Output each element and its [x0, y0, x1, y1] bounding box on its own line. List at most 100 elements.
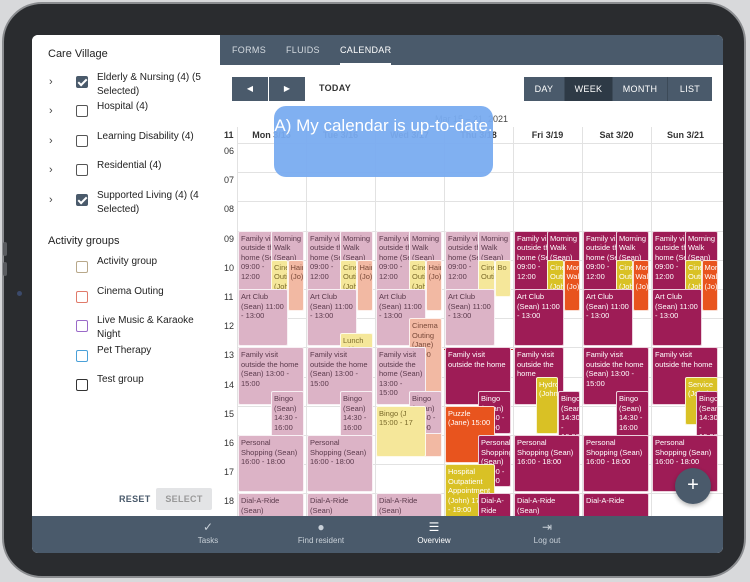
group-checkbox[interactable] — [76, 379, 88, 391]
nav-log-out[interactable]: ⇥ Log out — [497, 516, 597, 553]
unit-checkbox[interactable] — [76, 135, 88, 147]
calendar-event[interactable]: Bingo (Sean) 14:30 - 16:00 — [616, 391, 649, 440]
unit-label: Hospital (4) — [97, 101, 149, 112]
group-checkbox[interactable] — [76, 320, 88, 332]
nav-label: Tasks — [197, 536, 219, 545]
group-checkbox[interactable] — [76, 291, 88, 303]
calendar-event[interactable]: Personal Shopping (Sean) 16:00 - 18:00 — [307, 435, 373, 493]
tab-forms[interactable]: FORMS — [232, 35, 266, 65]
calendar-event[interactable]: Hydrotherapy (John) — [536, 376, 558, 434]
calendar-event[interactable]: Dial-A-Ride (Sean) — [376, 493, 442, 516]
chevron-right-icon[interactable]: › — [49, 134, 53, 148]
logout-icon: ⇥ — [541, 520, 553, 534]
calendar-event[interactable]: Morning Walk (Jo) — [563, 259, 580, 312]
calendar-event[interactable]: Hairdresser (Jo) — [287, 259, 304, 312]
unit-checkbox[interactable] — [76, 76, 88, 88]
calendar-event[interactable]: Art Club (Sean) 11:00 - 13:00 — [652, 289, 702, 347]
top-tab-bar: FORMS FLUIDS CALENDAR — [220, 35, 723, 65]
group-checkbox[interactable] — [76, 350, 88, 362]
calendar-event[interactable]: Dial-A-Ride (Sean) — [478, 493, 511, 516]
tab-calendar[interactable]: CALENDAR — [340, 35, 392, 65]
hour-label: 11 — [224, 292, 234, 302]
chevron-right-icon: ▶ — [283, 84, 291, 93]
hour-label: 12 — [224, 321, 235, 332]
chevron-right-icon[interactable]: › — [49, 163, 53, 177]
unit-label: Residential (4) — [97, 160, 162, 171]
calendar-event[interactable]: Morning Walk (Jo) — [632, 259, 649, 312]
unit-checkbox[interactable] — [76, 105, 88, 117]
hour-line — [237, 201, 723, 203]
calendar-event[interactable]: Bingo (Sean) 14:30 - 16:00 — [340, 391, 373, 440]
nav-find-resident[interactable]: ● Find resident — [271, 516, 371, 553]
nav-overview[interactable]: ☰ Overview — [384, 516, 484, 553]
chevron-right-icon[interactable]: › — [49, 193, 53, 207]
chevron-right-icon[interactable]: › — [49, 75, 53, 89]
hour-label: 17 — [224, 467, 235, 478]
group-label: Test group — [97, 374, 144, 385]
today-button[interactable]: TODAY — [319, 83, 351, 93]
list-icon: ☰ — [428, 520, 440, 534]
person-icon: ● — [317, 520, 325, 534]
view-month-button[interactable]: MONTH — [613, 77, 668, 101]
calendar-event[interactable]: Personal Shopping (Sean) 16:00 - 18:00 — [583, 435, 649, 493]
calendar-event[interactable]: Bingo (Sean) 14:30 - 16:00 — [271, 391, 304, 440]
calendar-event[interactable]: Art Club (Sean) 11:00 - 13:00 — [514, 289, 564, 347]
calendar-event[interactable]: Hair (Jo) — [425, 259, 442, 312]
check-icon: ✓ — [202, 520, 214, 534]
next-week-button[interactable]: ▶ — [269, 77, 305, 101]
calendar-event[interactable]: Dial-A-Ride (Sean) — [238, 493, 304, 516]
group-label: Cinema Outing — [97, 286, 164, 297]
calendar-event[interactable]: Bo — [494, 259, 511, 297]
hour-label: 13 — [224, 350, 235, 361]
tablet-frame: Care Village › Elderly & Nursing (4) (5 … — [2, 2, 746, 578]
hour-label: 16 — [224, 438, 235, 448]
week-calendar-grid[interactable]: 11 Mon 3/15Tue 3/16Wed 3/17Thu 3/18Fri 3… — [220, 127, 723, 516]
prev-week-button[interactable]: ◀ — [232, 77, 268, 101]
activity-groups-title: Activity groups — [48, 235, 120, 247]
device-button — [3, 242, 7, 256]
care-village-title: Care Village — [48, 48, 108, 60]
calendar-event[interactable]: Art Club (Sean) 11:00 - 13:00 — [238, 289, 288, 347]
hour-label: 15 — [224, 408, 235, 419]
hour-label: 18 — [224, 496, 235, 507]
view-list-button[interactable]: LIST — [668, 77, 712, 101]
chevron-left-icon: ◀ — [246, 84, 254, 93]
calendar-event[interactable]: Bingo (J 15:00 - 17 — [376, 405, 426, 458]
unit-label: Supported Living (4) (4 Selected) — [97, 190, 199, 215]
hour-label: 14 — [224, 379, 235, 390]
nav-tasks[interactable]: ✓ Tasks — [158, 516, 258, 553]
calendar-event[interactable]: Bingo (Sean) 14:30 - 16:00 — [558, 391, 580, 440]
calendar-event[interactable]: Dial-A-Ride (Sean) — [514, 493, 580, 516]
select-button[interactable]: SELECT — [156, 488, 212, 510]
reset-button[interactable]: RESET — [119, 494, 151, 504]
calendar-event[interactable]: Dial-A-Ride — [583, 493, 649, 516]
calendar-event[interactable]: Personal Shopping (Sean) 16:00 - 18:00 — [238, 435, 304, 493]
calendar-event[interactable]: Dial-A-Ride (Sean) — [307, 493, 373, 516]
calendar-event[interactable]: Morning Walk (Jo) — [701, 259, 718, 312]
group-label: Live Music & Karaoke Night — [97, 315, 194, 340]
unit-label: Elderly & Nursing (4) (5 Selected) — [97, 72, 201, 97]
day-header[interactable]: Sun 3/21 — [651, 127, 720, 143]
calendar-event[interactable]: Bingo (Sean) 14:30 - 16:00 — [696, 391, 718, 440]
view-day-button[interactable]: DAY — [524, 77, 565, 101]
calendar-event[interactable]: Art Club (Sean) 11:00 - 13:00 — [445, 289, 495, 347]
day-header[interactable]: Fri 3/19 — [513, 127, 582, 143]
calendar-event[interactable]: Personal Shopping (Sean) 16:00 - 18:00 — [514, 435, 580, 493]
calendar-event[interactable]: Hair (Jo) — [356, 259, 373, 312]
hour-label: 08 — [224, 204, 235, 215]
annotation-bubble: A) My calendar is up-to-date. — [274, 106, 493, 177]
calendar-event[interactable]: Art Club (Sean) 11:00 - 13:00 — [583, 289, 633, 347]
hour-label: 07 — [224, 175, 235, 186]
app-screen: Care Village › Elderly & Nursing (4) (5 … — [32, 35, 723, 553]
sidebar: Care Village › Elderly & Nursing (4) (5 … — [32, 35, 220, 516]
unit-label: Learning Disability (4) — [97, 131, 194, 142]
unit-checkbox[interactable] — [76, 194, 88, 206]
view-week-button[interactable]: WEEK — [565, 77, 613, 101]
group-checkbox[interactable] — [76, 261, 88, 273]
add-event-button[interactable]: + — [675, 468, 711, 504]
tab-fluids[interactable]: FLUIDS — [286, 35, 320, 65]
unit-checkbox[interactable] — [76, 164, 88, 176]
day-header[interactable]: Sat 3/20 — [582, 127, 651, 143]
chevron-right-icon[interactable]: › — [49, 104, 53, 118]
device-button — [3, 262, 7, 276]
